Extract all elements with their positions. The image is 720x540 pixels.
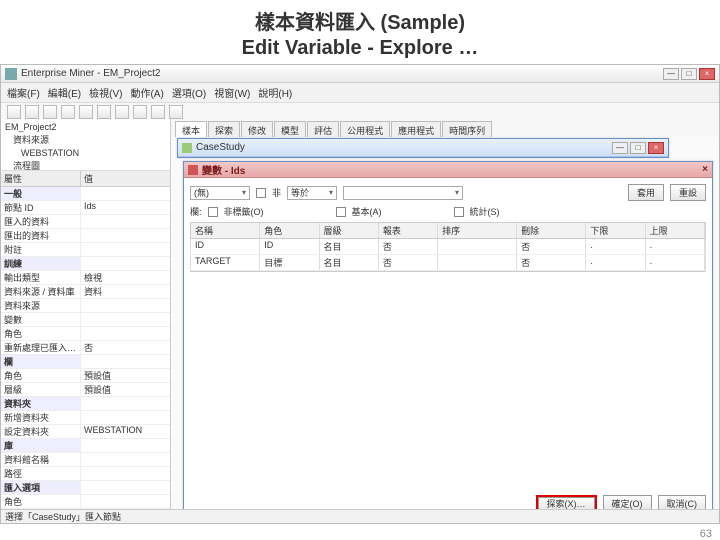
property-row[interactable]: 角色預設值 [1, 369, 170, 383]
property-row[interactable]: 重新處理已匯入…否 [1, 341, 170, 355]
dialog-icon [188, 165, 198, 175]
tree-item[interactable]: WEBSTATION [5, 147, 166, 160]
filter-value-select[interactable]: ▾ [343, 186, 463, 200]
project-tree[interactable]: EM_Project2 資料來源 WEBSTATION 流程圖 CaseStud… [1, 119, 170, 171]
chevron-down-icon: ▾ [329, 188, 333, 197]
chevron-down-icon: ▾ [242, 188, 246, 197]
filter-column-select[interactable]: (無)▾ [190, 186, 250, 200]
basic-checkbox[interactable] [336, 207, 346, 217]
app-titlebar: Enterprise Miner - EM_Project2 — □ × [1, 65, 719, 83]
tb-icon[interactable] [133, 105, 147, 119]
property-row[interactable]: 資料館名稱 [1, 453, 170, 467]
diagram-title: CaseStudy [196, 142, 245, 153]
tb-icon[interactable] [169, 105, 183, 119]
property-row[interactable]: 輸出類型檢視 [1, 271, 170, 285]
property-row[interactable]: 角色 [1, 327, 170, 341]
property-row[interactable]: 匯出的資料 [1, 229, 170, 243]
menu-view[interactable]: 檢視(V) [89, 85, 122, 100]
close-button[interactable]: × [648, 142, 664, 154]
slide-subtitle: Edit Variable - Explore … [0, 37, 720, 64]
app-window: Enterprise Miner - EM_Project2 — □ × 檔案(… [0, 64, 720, 524]
reset-button[interactable]: 重設 [670, 184, 706, 201]
property-row[interactable]: 匯入選項 [1, 481, 170, 495]
diagram-window: CaseStudy — □ × [177, 138, 669, 158]
tb-icon[interactable] [115, 105, 129, 119]
property-row[interactable]: 節點 IDIds [1, 201, 170, 215]
properties-panel: 屬性 值 一般節點 IDIds匯入的資料匯出的資料附註訓練輸出類型檢視資料來源 … [1, 171, 170, 523]
menu-window[interactable]: 視窗(W) [214, 85, 250, 100]
tb-icon[interactable] [25, 105, 39, 119]
apply-button[interactable]: 套用 [628, 184, 664, 201]
property-row[interactable]: 附註 [1, 243, 170, 257]
property-row[interactable]: 變數 [1, 313, 170, 327]
max-button[interactable]: □ [681, 68, 697, 80]
not-checkbox[interactable] [256, 188, 266, 198]
tb-icon[interactable] [43, 105, 57, 119]
menu-options[interactable]: 選項(O) [172, 85, 206, 100]
tb-icon[interactable] [151, 105, 165, 119]
basic-label: 基本(A) [352, 205, 382, 218]
col-label: 欄: [190, 205, 202, 218]
stat-label: 統計(S) [470, 205, 500, 218]
menu-file[interactable]: 檔案(F) [7, 85, 40, 100]
notlabel-checkbox[interactable] [208, 207, 218, 217]
grid-header: 名稱 角色 層級 報表 排序 刪除 下限 上限 [190, 222, 706, 239]
tb-icon[interactable] [79, 105, 93, 119]
table-row[interactable]: IDID名目否否.. [190, 239, 706, 255]
variables-dialog: 變數 - Ids × (無)▾ 非 等於▾ ▾ 套用 重設 [183, 161, 713, 519]
close-button[interactable]: × [699, 68, 715, 80]
dialog-title: 變數 - Ids [202, 162, 245, 177]
tree-root[interactable]: EM_Project2 [5, 121, 166, 134]
property-row[interactable]: 路徑 [1, 467, 170, 481]
table-row[interactable]: TARGET目標名目否否.. [190, 255, 706, 271]
menubar: 檔案(F) 編輯(E) 檢視(V) 動作(A) 選項(O) 視窗(W) 說明(H… [1, 83, 719, 103]
property-row[interactable]: 欄 [1, 355, 170, 369]
app-icon [5, 68, 17, 80]
menu-help[interactable]: 說明(H) [258, 85, 292, 100]
filter-op-select[interactable]: 等於▾ [287, 186, 337, 200]
property-row[interactable]: 層級預設值 [1, 383, 170, 397]
property-row[interactable]: 資料來源 [1, 299, 170, 313]
tb-icon[interactable] [97, 105, 111, 119]
menu-edit[interactable]: 編輯(E) [48, 85, 81, 100]
notlabel-label: 非標籤(O) [224, 205, 264, 218]
left-panel: EM_Project2 資料來源 WEBSTATION 流程圖 CaseStud… [1, 119, 171, 523]
tree-item[interactable]: 流程圖 [5, 160, 166, 171]
chevron-down-icon: ▾ [455, 188, 459, 197]
page-number: 63 [700, 528, 712, 540]
menu-action[interactable]: 動作(A) [130, 85, 163, 100]
dialog-close-icon[interactable]: × [702, 164, 708, 175]
diagram-icon [182, 143, 192, 153]
property-row[interactable]: 匯入的資料 [1, 215, 170, 229]
min-button[interactable]: — [663, 68, 679, 80]
tree-item[interactable]: 資料來源 [5, 134, 166, 147]
property-row[interactable]: 庫 [1, 439, 170, 453]
tb-icon[interactable] [61, 105, 75, 119]
property-row[interactable]: 訓練 [1, 257, 170, 271]
min-button[interactable]: — [612, 142, 628, 154]
property-row[interactable]: 新增資料夾 [1, 411, 170, 425]
stat-checkbox[interactable] [454, 207, 464, 217]
workspace: 樣本 探索 修改 模型 評估 公用程式 應用程式 時間序列 CaseStudy … [171, 119, 719, 523]
slide-title: 樣本資料匯入 (Sample) [0, 0, 720, 37]
property-row[interactable]: 角色 [1, 495, 170, 509]
status-bar: 選擇「CaseStudy」匯入節點 [1, 509, 719, 523]
prop-head-val: 值 [81, 171, 170, 186]
property-row[interactable]: 設定資料夾WEBSTATION [1, 425, 170, 439]
property-row[interactable]: 資料來源 / 資料庫資料 [1, 285, 170, 299]
property-row[interactable]: 一般 [1, 187, 170, 201]
prop-head-key: 屬性 [1, 171, 81, 186]
not-label: 非 [272, 186, 281, 199]
grid-body[interactable]: IDID名目否否..TARGET目標名目否否.. [190, 239, 706, 272]
app-title: Enterprise Miner - EM_Project2 [21, 68, 161, 79]
property-row[interactable]: 資料夾 [1, 397, 170, 411]
tb-icon[interactable] [7, 105, 21, 119]
max-button[interactable]: □ [630, 142, 646, 154]
